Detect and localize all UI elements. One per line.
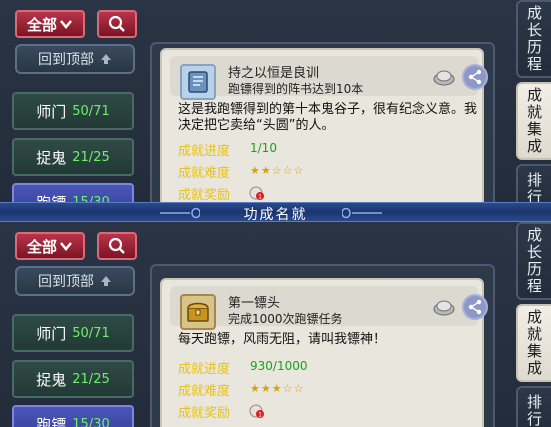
category-zhuogui-button[interactable]: 捉鬼 21/25	[12, 138, 134, 176]
difficulty-label: 成就难度	[178, 166, 231, 181]
progress-value: 1/10	[250, 141, 277, 155]
card-title: 第一镖头	[228, 296, 281, 311]
card-description: 这是我跑镖得到的第十本鬼谷子，很有纪念义意。我决定把它卖给“头圆”的人。	[178, 102, 478, 133]
achievement-panel-bottom: 全部 回到顶部 师门 50/71 捉鬼 21/25 跑镖 15/30 第一镖头 …	[0, 222, 551, 427]
tab-label: 成就集成	[525, 87, 543, 155]
category-count: 21/25	[72, 149, 110, 165]
chevron-down-icon	[60, 20, 72, 29]
category-paobiao-button[interactable]: 跑镖 15/30	[12, 405, 134, 427]
reward-gift-icon[interactable]: 1	[248, 402, 266, 420]
search-icon	[108, 15, 125, 32]
category-count: 21/25	[72, 371, 110, 387]
progress-value: 930/1000	[250, 359, 308, 373]
chevron-down-icon	[60, 242, 72, 251]
search-button[interactable]	[97, 10, 137, 38]
arrow-up-icon	[101, 54, 111, 64]
progress-label: 成就进度	[178, 362, 231, 377]
difficulty-stars: ★★★☆☆	[250, 382, 305, 395]
back-to-top-button[interactable]: 回到顶部	[15, 266, 135, 296]
back-to-top-label: 回到顶部	[38, 274, 94, 290]
search-icon	[108, 237, 125, 254]
tab-label: 排行	[525, 172, 543, 206]
difficulty-stars: ★★☆☆☆	[250, 164, 305, 177]
search-button[interactable]	[97, 232, 137, 260]
book-icon	[180, 64, 216, 100]
tab-achievement-collection[interactable]: 成就集成	[516, 82, 551, 160]
category-shimen-button[interactable]: 师门 50/71	[12, 92, 134, 130]
category-count: 50/71	[72, 325, 110, 341]
achievement-card: 第一镖头 完成1000次跑镖任务 每天跑镖，风雨无阻，请叫我镖神！ 成就进度 9…	[160, 278, 488, 427]
share-icon[interactable]	[462, 294, 488, 320]
card-subtitle: 完成1000次跑镖任务	[228, 312, 343, 326]
card-description: 每天跑镖，风雨无阻，请叫我镖神！	[178, 332, 387, 347]
tab-ranking[interactable]: 排行	[516, 164, 551, 206]
tab-growth-history[interactable]: 成长历程	[516, 222, 551, 300]
category-name: 跑镖	[36, 415, 67, 427]
silver-coin-icon	[433, 300, 455, 316]
share-icon[interactable]	[462, 64, 488, 90]
tab-growth-history[interactable]: 成长历程	[516, 0, 551, 78]
card-title: 持之以恒是良训	[228, 66, 320, 81]
category-name: 捉鬼	[36, 148, 67, 167]
card-subtitle: 跑镖得到的阵书达到10本	[228, 82, 364, 96]
filter-label: 全部	[26, 15, 57, 34]
tab-achievement-collection[interactable]: 成就集成	[516, 304, 551, 382]
silver-coin-icon	[433, 70, 455, 86]
card-header: 第一镖头 完成1000次跑镖任务	[170, 286, 488, 330]
difficulty-label: 成就难度	[178, 384, 231, 399]
filter-dropdown-button[interactable]: 全部	[15, 10, 85, 38]
category-name: 师门	[36, 102, 67, 121]
svg-text:1: 1	[258, 194, 262, 201]
tab-label: 排行	[525, 394, 543, 427]
category-shimen-button[interactable]: 师门 50/71	[12, 314, 134, 352]
arrow-up-icon	[101, 276, 111, 286]
reward-label: 成就奖励	[178, 406, 231, 421]
tab-label: 成长历程	[525, 5, 543, 73]
category-name: 捉鬼	[36, 370, 67, 389]
category-count: 15/30	[72, 416, 110, 427]
svg-text:1: 1	[258, 412, 262, 419]
tab-ranking[interactable]: 排行	[516, 386, 551, 427]
reward-gift-icon[interactable]: 1	[248, 184, 266, 202]
title-banner: 功成名就	[0, 202, 551, 223]
treasure-chest-icon	[180, 294, 216, 330]
achievement-panel-top: 全部 回到顶部 师门 50/71 捉鬼 21/25 跑镖 15/30 持之以恒是…	[0, 0, 551, 206]
back-to-top-label: 回到顶部	[38, 52, 94, 68]
achievement-card: 持之以恒是良训 跑镖得到的阵书达到10本 这是我跑镖得到的第十本鬼谷子，很有纪念…	[160, 48, 488, 206]
banner-ornament-right	[342, 207, 382, 219]
filter-dropdown-button[interactable]: 全部	[15, 232, 85, 260]
tab-label: 成长历程	[525, 227, 543, 295]
progress-label: 成就进度	[178, 144, 231, 159]
filter-label: 全部	[26, 237, 57, 256]
category-count: 50/71	[72, 103, 110, 119]
tab-label: 成就集成	[525, 309, 543, 377]
category-zhuogui-button[interactable]: 捉鬼 21/25	[12, 360, 134, 398]
back-to-top-button[interactable]: 回到顶部	[15, 44, 135, 74]
category-name: 师门	[36, 324, 67, 343]
window-title: 功成名就	[243, 207, 308, 223]
card-header: 持之以恒是良训 跑镖得到的阵书达到10本	[170, 56, 488, 100]
reward-label: 成就奖励	[178, 188, 231, 203]
